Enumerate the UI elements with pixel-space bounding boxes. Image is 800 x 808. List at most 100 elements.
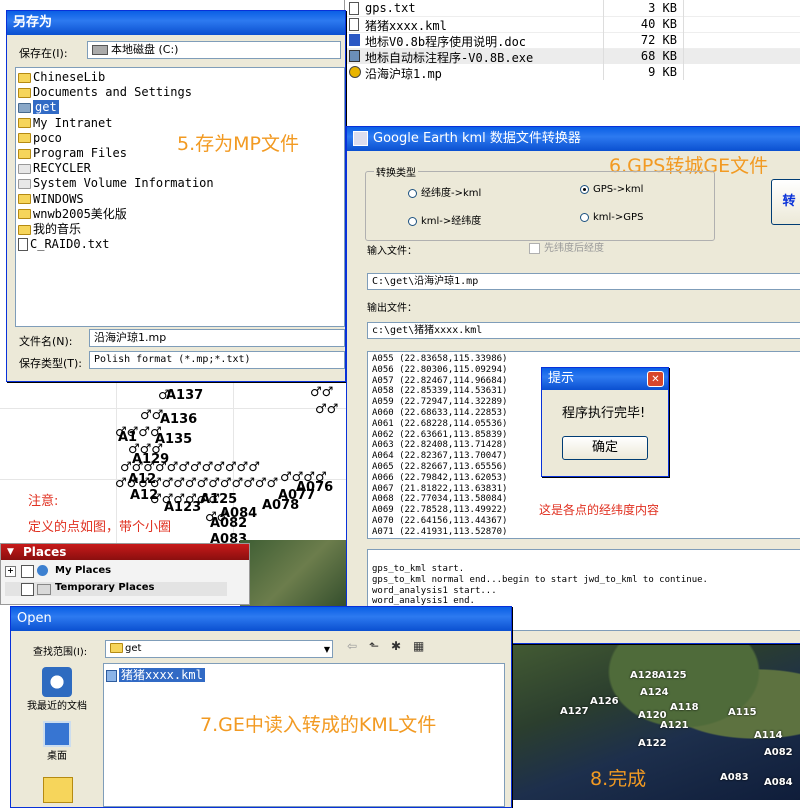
ok-button[interactable]: 确定 [562, 436, 648, 460]
folder-icon [18, 224, 31, 235]
converter-titlebar[interactable]: Google Earth kml 数据文件转换器 [347, 127, 800, 151]
exe-icon [349, 50, 360, 62]
toolbar-icons: ⇦ ⬑ ✱ ▦ [345, 639, 445, 659]
save-as-titlebar[interactable]: 另存为 [7, 11, 345, 35]
map-label: A123 [164, 500, 202, 515]
input-file-field[interactable]: C:\get\沿海沪琼1.mp [367, 273, 800, 290]
radio-label: kml->经纬度 [421, 216, 482, 227]
folder-item[interactable]: Documents and Settings [18, 85, 342, 100]
folder-listing[interactable]: ChineseLib Documents and Settings get My… [15, 67, 345, 327]
drive-icon [92, 45, 108, 55]
save-in-value: 本地磁盘 (C:) [111, 43, 179, 56]
file-list-row[interactable]: 沿海沪琼1.mp 9 KB [347, 65, 800, 81]
folder-icon [18, 118, 31, 129]
open-file-list[interactable]: 猪猪xxxx.kml 7.GE中读入转成的KML文件 [103, 663, 505, 807]
new-folder-icon[interactable]: ✱ [391, 639, 401, 653]
coord-row: A067 (21.81822,113.63831) [372, 483, 508, 494]
open-titlebar[interactable]: Open [11, 607, 511, 631]
expand-icon[interactable]: + [5, 566, 16, 577]
places-bar: 我最近的文档 桌面 [17, 667, 97, 807]
temp-places-row[interactable]: Temporary Places [5, 582, 227, 596]
radio-jwd-to-kml[interactable]: 经纬度->kml [408, 184, 481, 199]
map-label: A084 [764, 777, 793, 788]
file-name: 地标V0.8b程序使用说明.doc [365, 35, 527, 49]
filetype-dropdown[interactable]: Polish format (*.mp;*.txt) [89, 351, 345, 369]
file-list-row-selected[interactable]: 地标自动标注程序-V0.8B.exe 68 KB [347, 49, 800, 65]
radio-icon[interactable] [408, 216, 417, 226]
map-label: A127 [560, 706, 589, 717]
folder-item[interactable]: System Volume Information [18, 176, 342, 191]
folder-item[interactable]: ChineseLib [18, 70, 342, 85]
map-label: A121 [660, 720, 689, 731]
folder-item[interactable]: RECYCLER [18, 161, 342, 176]
folder-icon [110, 643, 123, 653]
folder-name: poco [33, 130, 62, 145]
file-item[interactable]: C_RAID0.txt [18, 237, 342, 252]
folder-item[interactable]: 我的音乐 [18, 222, 342, 237]
folder-icon [18, 178, 31, 189]
map-label: A136 [160, 412, 198, 427]
folder-item[interactable]: wnwb2005美化版 [18, 207, 342, 222]
lookin-dropdown[interactable]: get ▼ [105, 640, 333, 658]
file-name: 地标自动标注程序-V0.8B.exe [365, 51, 534, 65]
radio-kml-to-gps[interactable]: kml->GPS [580, 212, 643, 223]
folder-icon [18, 148, 31, 159]
checkbox[interactable] [21, 583, 34, 596]
close-icon[interactable]: ✕ [647, 371, 664, 387]
back-icon[interactable]: ⇦ [347, 639, 357, 653]
folder-icon [18, 87, 31, 98]
folder-item[interactable]: WINDOWS [18, 192, 342, 207]
word-doc-icon [349, 34, 360, 46]
folder-item-selected[interactable]: get [18, 100, 342, 115]
checkbox[interactable] [21, 565, 34, 578]
folder-icon [18, 102, 31, 113]
satellite-imagery-mid [240, 540, 350, 610]
recent-documents-place[interactable]: 我最近的文档 [17, 667, 97, 717]
convert-button[interactable]: 转 [771, 179, 800, 225]
file-name: gps.txt [365, 1, 416, 15]
my-documents-icon[interactable] [43, 777, 73, 803]
folder-icon [18, 194, 31, 205]
desktop-icon [43, 721, 71, 747]
lat-first-checkbox[interactable]: 先纬度后经度 [529, 239, 604, 254]
radio-kml-to-jwd[interactable]: kml->经纬度 [408, 212, 481, 227]
filename-input[interactable]: 沿海沪琼1.mp [89, 329, 345, 347]
map-label: A082 [764, 747, 793, 758]
radio-label: GPS->kml [593, 184, 644, 195]
radio-icon[interactable] [580, 184, 589, 194]
radio-icon[interactable] [580, 212, 589, 222]
radio-label: kml->GPS [593, 212, 644, 223]
file-list-row[interactable]: gps.txt 3 KB [347, 1, 800, 17]
coord-row: A071 (22.41931,113.52870) [372, 526, 508, 537]
places-header[interactable]: ▼ Places [1, 544, 249, 560]
radio-icon[interactable] [408, 188, 417, 198]
chevron-down-icon[interactable]: ▼ [324, 642, 330, 657]
file-size: 72 KB [640, 33, 677, 47]
radio-gps-to-kml[interactable]: GPS->kml [580, 184, 643, 195]
output-file-label: 输出文件： [367, 303, 417, 314]
file-name: 沿海沪琼1.mp [365, 67, 442, 81]
output-file-field[interactable]: c:\get\猪猪xxxx.kml [367, 322, 800, 339]
map-label: A122 [638, 738, 667, 749]
map-label: A114 [754, 730, 783, 741]
file-name: 猪猪xxxx.kml [365, 19, 447, 33]
file-list-row[interactable]: 猪猪xxxx.kml 40 KB [347, 17, 800, 33]
desktop-place[interactable]: 桌面 [17, 721, 97, 771]
folder-name: RECYCLER [33, 161, 91, 176]
log-line: word_analysis1 start... [372, 585, 497, 596]
note-body: 定义的点如图，带个小圈 [28, 520, 172, 535]
file-item-selected[interactable]: 猪猪xxxx.kml [106, 666, 205, 683]
collapse-triangle-icon[interactable]: ▼ [7, 544, 14, 560]
map-label: A12 [128, 472, 157, 487]
save-in-dropdown[interactable]: 本地磁盘 (C:) [87, 41, 341, 59]
up-folder-icon[interactable]: ⬑ [369, 639, 379, 653]
file-list-row[interactable]: 地标V0.8b程序使用说明.doc 72 KB [347, 33, 800, 49]
map-label: A128 [630, 670, 659, 681]
checkbox-icon[interactable] [529, 242, 540, 254]
file-icon [349, 2, 359, 15]
file-size: 9 KB [648, 65, 677, 79]
my-places-row[interactable]: + My Places [5, 565, 225, 579]
folder-icon [18, 209, 31, 220]
open-dialog: Open 查找范围(I): get ▼ ⇦ ⬑ ✱ ▦ 我最近的文档 桌面 猪猪… [10, 606, 512, 808]
views-icon[interactable]: ▦ [413, 639, 424, 653]
